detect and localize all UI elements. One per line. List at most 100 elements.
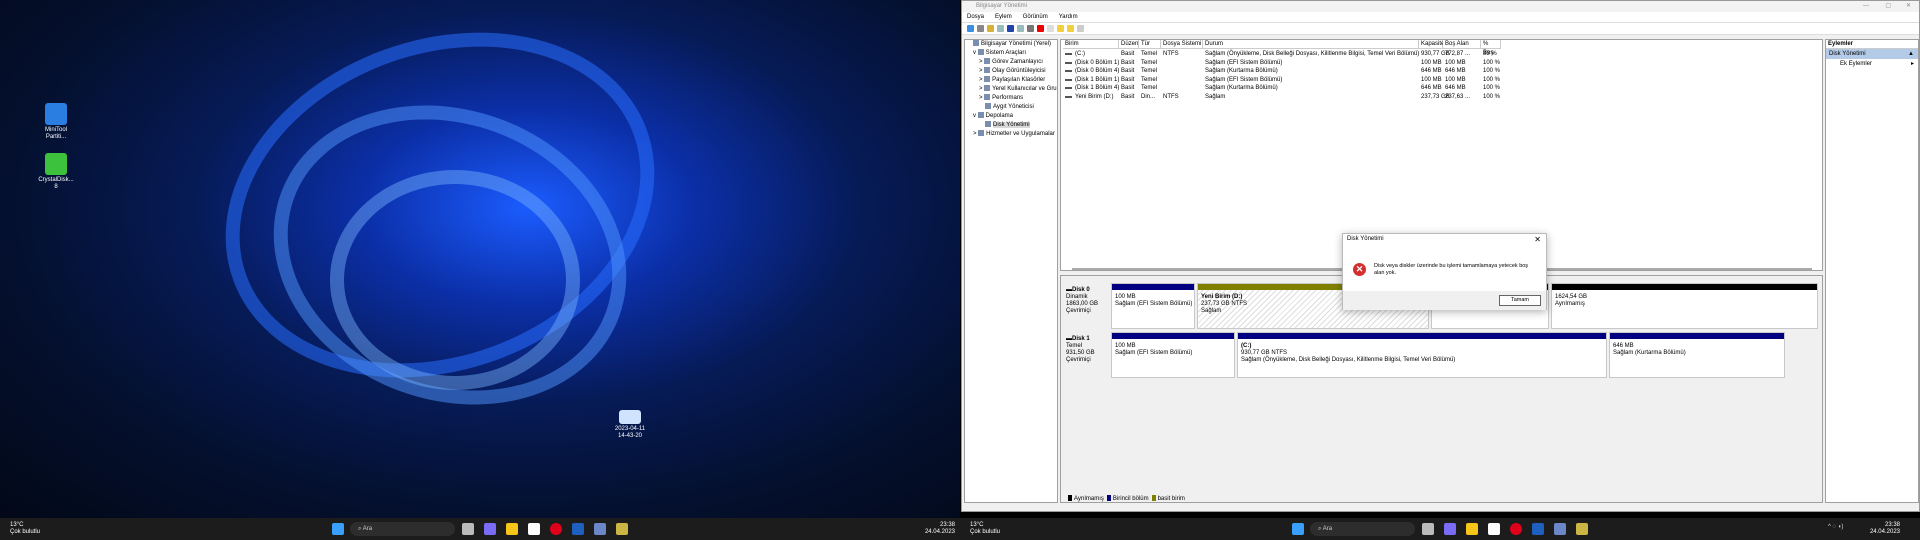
dialog-title: Disk Yönetimi — [1347, 236, 1384, 242]
node-icon — [978, 130, 985, 136]
window-title: Bilgisayar Yönetimi — [976, 3, 1027, 9]
clock[interactable]: 23:38 24.04.2023 — [910, 522, 955, 536]
chat-icon[interactable] — [484, 523, 496, 535]
weather-widget[interactable]: 13°C Çok bulutlu — [10, 522, 40, 536]
forward-icon[interactable] — [977, 25, 984, 32]
connect-icon[interactable] — [1027, 25, 1034, 32]
computer-management-icon[interactable] — [594, 523, 606, 535]
column-header[interactable]: Kapasite — [1419, 40, 1444, 49]
tree-item[interactable]: > Olay Görüntüleyicisi — [967, 67, 1057, 76]
menu-gorunum[interactable]: Görünüm — [1023, 14, 1048, 20]
desktop-icon-crystaldisk[interactable]: CrystalDisk... 8 — [36, 153, 76, 191]
column-header[interactable]: % Boş — [1481, 40, 1501, 56]
toolbar — [962, 23, 1919, 35]
help-icon[interactable] — [1007, 25, 1014, 32]
disk-label[interactable]: ▬Disk 1 Temel 931,50 GB Çevrimiçi — [1063, 333, 1111, 378]
steam-icon[interactable] — [1532, 523, 1544, 535]
opera-icon[interactable] — [1510, 523, 1522, 535]
ok-button[interactable]: Tamam — [1499, 295, 1541, 306]
tree-item[interactable]: v Depolama — [967, 112, 1057, 121]
store-icon[interactable] — [528, 523, 540, 535]
maximize-button[interactable]: ▢ — [1885, 1, 1891, 12]
folder-icon[interactable] — [1057, 25, 1064, 32]
opera-icon[interactable] — [550, 523, 562, 535]
node-icon — [977, 49, 984, 55]
up-icon[interactable] — [987, 25, 994, 32]
partition[interactable]: (C:) 930,77 GB NTFS Sağlam (Önyükleme, Dis… — [1237, 332, 1607, 378]
tree-item[interactable]: v Sistem Araçları — [967, 49, 1057, 58]
column-header[interactable]: Durum — [1203, 40, 1419, 49]
video-file-icon — [619, 410, 641, 424]
column-header[interactable]: Dosya Sistemi — [1161, 40, 1203, 49]
node-icon — [984, 76, 991, 82]
node-icon — [984, 58, 991, 64]
start-icon[interactable] — [1292, 523, 1304, 535]
search-box[interactable]: ⌕ Ara — [350, 522, 455, 536]
minimize-button[interactable]: — — [1863, 1, 1869, 12]
actions-item-more[interactable]: Ek Eylemler ▸ — [1826, 59, 1918, 69]
tree-item[interactable]: > Hizmetler ve Uygulamalar — [967, 130, 1057, 139]
clock[interactable]: 23:38 24.04.2023 — [1855, 522, 1900, 536]
legend-swatch — [1106, 495, 1111, 501]
tree-item[interactable]: > Görev Zamanlayıcı — [967, 58, 1057, 67]
partition[interactable]: 646 MB Sağlam (Kurtarma Bölümü) — [1609, 332, 1785, 378]
menu-yardim[interactable]: Yardım — [1059, 14, 1078, 20]
desktop-icon-minitool[interactable]: MiniTool Partiti... — [36, 103, 76, 141]
column-header[interactable]: Düzen — [1119, 40, 1139, 49]
submenu-arrow-icon: ▸ — [1910, 61, 1914, 67]
action-pane-icon[interactable] — [1017, 25, 1024, 32]
menu-dosya[interactable]: Dosya — [967, 14, 984, 20]
minitool-taskbar-icon[interactable] — [1576, 523, 1588, 535]
tree-item[interactable]: Bilgisayar Yönetimi (Yerel) — [967, 40, 1057, 49]
column-header[interactable]: Tür — [1139, 40, 1161, 49]
search-box[interactable]: ⌕ Ara — [1310, 522, 1415, 536]
store-icon[interactable] — [1488, 523, 1500, 535]
steam-icon[interactable] — [572, 523, 584, 535]
start-icon[interactable] — [332, 523, 344, 535]
actions-section-disk-management[interactable]: Disk Yönetimi ▲ — [1826, 49, 1918, 59]
legend-label: Ayrılmamış — [1074, 496, 1104, 502]
close-button[interactable]: ✕ — [1906, 1, 1911, 12]
partition[interactable]: 100 MB Sağlam (EFI Sistem Bölümü) — [1111, 332, 1235, 378]
tree-item[interactable]: Disk Yönetimi — [967, 121, 1057, 130]
legend-swatch — [1151, 495, 1156, 501]
minitool-taskbar-icon[interactable] — [616, 523, 628, 535]
node-icon — [984, 67, 991, 73]
delete-icon[interactable] — [1037, 25, 1044, 32]
task-view-icon[interactable] — [462, 523, 474, 535]
dialog-close-button[interactable]: ✕ — [1534, 235, 1541, 244]
tree-item[interactable]: > Yerel Kullanıcılar ve Gru — [967, 85, 1057, 94]
search-folder-icon[interactable] — [1067, 25, 1074, 32]
tree-item[interactable]: > Performans — [967, 94, 1057, 103]
disk-label[interactable]: ▬Disk 0 Dinamik 1863,00 GB Çevrimiçi — [1063, 284, 1111, 329]
chat-icon[interactable] — [1444, 523, 1456, 535]
volume-icon — [1065, 95, 1072, 98]
legend-swatch — [1068, 495, 1072, 501]
weather-widget[interactable]: 13°C Çok bulutlu — [970, 522, 1000, 536]
menu-eylem[interactable]: Eylem — [995, 14, 1012, 20]
actions-header: Eylemler — [1826, 40, 1918, 49]
computer-management-icon[interactable] — [1554, 523, 1566, 535]
tree-item[interactable]: > Paylaşılan Klasörler — [967, 76, 1057, 85]
back-icon[interactable] — [967, 25, 974, 32]
error-icon: ✕ — [1353, 263, 1366, 276]
file-explorer-icon[interactable] — [506, 523, 518, 535]
partition[interactable]: 100 MB Sağlam (EFI Sistem Bölümü) — [1111, 283, 1195, 329]
desktop-icon-video[interactable]: 2023-04-11 14-43-20 — [610, 410, 650, 440]
task-view-icon[interactable] — [1422, 523, 1434, 535]
minitool-icon — [45, 103, 67, 125]
view-icon[interactable] — [1077, 25, 1084, 32]
volume-icon — [1065, 87, 1072, 89]
tree-item[interactable]: Aygıt Yöneticisi — [967, 103, 1057, 112]
system-tray-icons[interactable]: ^ ◌ ◖) — [1828, 524, 1843, 530]
taskbar-right: 13°C Çok bulutlu ⌕ Ara ^ ◌ ◖) 23:38 24.04.… — [960, 518, 1920, 540]
column-header[interactable]: Birim — [1063, 40, 1119, 49]
partition[interactable]: 1624,54 GB Ayrılmamış — [1551, 283, 1818, 329]
column-header[interactable]: Boş Alan — [1443, 40, 1481, 49]
volume-icon — [1065, 61, 1072, 64]
show-hide-tree-icon[interactable] — [997, 25, 1004, 32]
collapse-icon[interactable]: ▲ — [1908, 49, 1914, 59]
properties-icon[interactable] — [1047, 25, 1054, 32]
node-icon — [985, 103, 991, 109]
file-explorer-icon[interactable] — [1466, 523, 1478, 535]
